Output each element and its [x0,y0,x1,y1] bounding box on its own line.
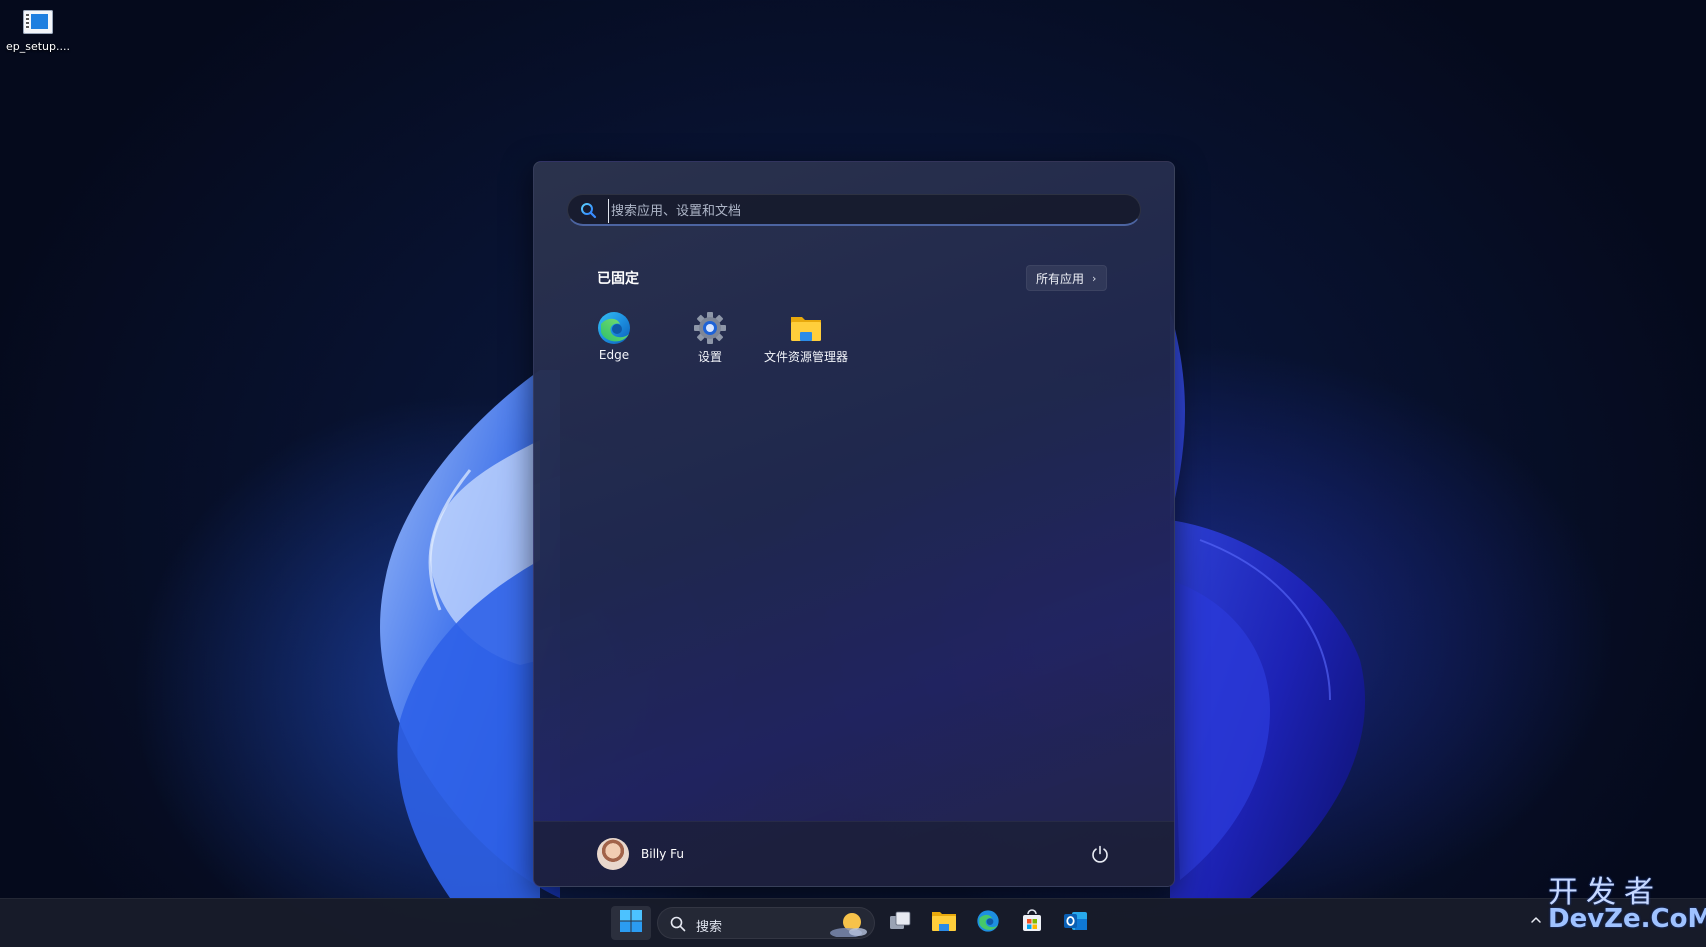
taskbar-start-button[interactable] [611,906,651,940]
taskbar-outlook[interactable] [1056,906,1096,940]
pinned-app-name: 文件资源管理器 [763,350,848,364]
taskbar-search-label: 搜索 [696,920,723,935]
edge-icon [596,310,632,346]
installer-icon [23,10,53,34]
edge-icon [976,909,1000,937]
start-menu-footer: Billy Fu [534,821,1174,886]
file-explorer-icon [931,909,957,937]
pinned-app-file-explorer[interactable]: 文件资源管理器 [760,310,852,365]
all-apps-button[interactable]: 所有应用 › [1026,265,1108,291]
pinned-app-name: Edge [598,348,630,362]
taskbar-edge[interactable] [968,906,1008,940]
pinned-section-title: 已固定 [597,271,639,287]
taskbar-file-explorer[interactable] [924,906,964,940]
start-menu: 已固定 所有应用 › Edge 设置 文件资源管理器 Billy Fu [533,161,1175,887]
power-button[interactable] [1090,844,1110,868]
all-apps-label: 所有应用 [1036,271,1085,286]
pinned-app-edge[interactable]: Edge [568,310,660,362]
pinned-app-settings[interactable]: 设置 [664,310,756,365]
desktop-icon-label: ep_setup.... [5,40,70,53]
search-icon [670,916,686,936]
start-search-box[interactable] [567,194,1141,226]
store-icon [1020,909,1044,937]
settings-gear-icon [692,310,728,346]
taskbar-store[interactable] [1012,906,1052,940]
chevron-right-icon: › [1092,271,1097,285]
taskbar-task-view[interactable] [880,906,920,940]
outlook-icon [1063,909,1089,937]
start-search-input[interactable] [608,199,1133,223]
pinned-app-name: 设置 [697,350,722,364]
search-icon [580,202,597,223]
task-view-icon [888,909,912,937]
chevron-up-icon [1529,915,1543,931]
desktop-icon-ep-setup[interactable]: ep_setup.... [4,8,72,53]
power-icon [1090,845,1110,868]
weather-highlight-icon [828,911,868,941]
windows-start-icon [619,909,643,937]
taskbar: 搜索 [0,898,1706,947]
user-name: Billy Fu [641,847,685,861]
folder-icon [788,310,824,346]
taskbar-search[interactable]: 搜索 [657,907,875,939]
user-account-button[interactable]: Billy Fu [597,838,684,870]
tray-overflow-button[interactable] [1529,913,1543,931]
avatar [597,838,629,870]
